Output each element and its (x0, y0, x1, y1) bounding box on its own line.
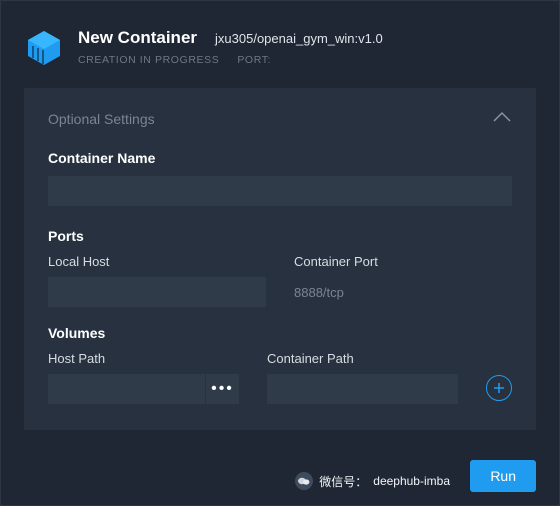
container-name-label: Container Name (48, 150, 512, 166)
container-name-input[interactable] (48, 176, 512, 206)
page-title: New Container (78, 28, 197, 48)
container-port-value: 8888/tcp (294, 277, 512, 307)
ports-label: Ports (48, 228, 512, 244)
header: New Container jxu305/openai_gym_win:v1.0… (0, 0, 560, 88)
container-path-input[interactable] (267, 374, 458, 404)
watermark-id: deephub-imba (373, 474, 450, 488)
container-path-label: Container Path (267, 351, 458, 366)
panel-title: Optional Settings (48, 111, 155, 127)
creation-status: CREATION IN PROGRESS (78, 54, 219, 66)
host-path-label: Host Path (48, 351, 239, 366)
browse-path-button[interactable]: ••• (205, 374, 239, 404)
wechat-icon (295, 472, 313, 490)
image-reference: jxu305/openai_gym_win:v1.0 (215, 31, 383, 46)
watermark-label: 微信号： (319, 473, 367, 490)
local-host-input[interactable] (48, 277, 266, 307)
ellipsis-icon: ••• (211, 380, 234, 398)
add-volume-button[interactable] (486, 375, 512, 401)
watermark: 微信号： deephub-imba (295, 472, 450, 490)
port-label: PORT: (237, 54, 271, 66)
plus-icon (493, 382, 505, 394)
host-path-input[interactable] (48, 374, 205, 404)
container-cube-icon (24, 28, 64, 68)
run-button[interactable]: Run (470, 460, 536, 492)
collapse-chevron-icon[interactable] (492, 110, 512, 128)
volumes-label: Volumes (48, 325, 512, 341)
container-port-label: Container Port (294, 254, 512, 269)
optional-settings-panel: Optional Settings Container Name Ports L… (24, 88, 536, 430)
local-host-label: Local Host (48, 254, 266, 269)
